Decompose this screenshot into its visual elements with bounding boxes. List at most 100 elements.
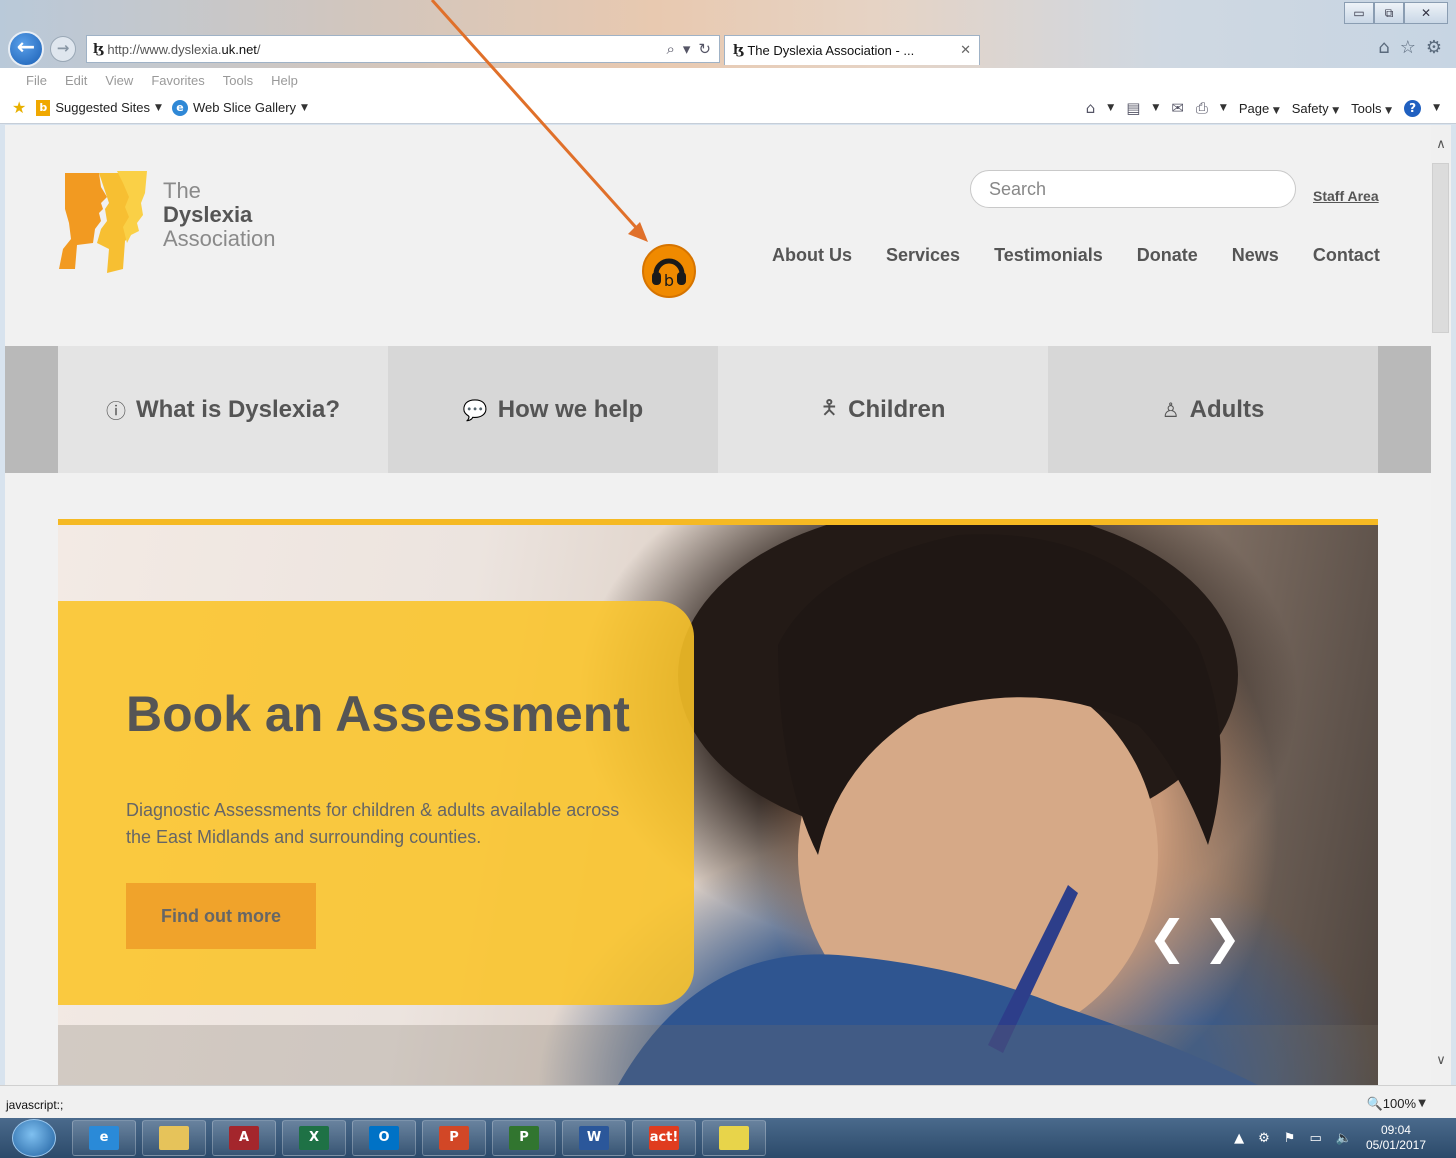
url-suffix: / [256, 41, 261, 57]
staff-area-link[interactable]: Staff Area [1313, 188, 1379, 204]
menu-edit[interactable]: Edit [65, 73, 87, 88]
dyslexia-faces-logo-icon [59, 171, 147, 273]
close-window-button[interactable]: ✕ [1404, 2, 1448, 24]
hero-title: Book an Assessment [126, 686, 630, 742]
scroll-up-icon[interactable]: ∧ [1431, 137, 1451, 152]
display-icon[interactable]: ▭ [1309, 1131, 1321, 1146]
search-icon[interactable]: ⌕ [666, 40, 674, 58]
nav-contact[interactable]: Contact [1313, 245, 1380, 266]
taskbar-excel[interactable]: X [282, 1120, 346, 1156]
caret-down-icon[interactable]: ▼ [1107, 103, 1114, 113]
url-prefix: http://www.dyslexia. [107, 41, 222, 57]
taskbar-act[interactable]: act! [632, 1120, 696, 1156]
tools-menu[interactable]: Tools ▼ [1351, 101, 1392, 116]
safety-menu[interactable]: Safety ▼ [1292, 101, 1339, 116]
mail-icon[interactable]: ✉ [1171, 99, 1184, 117]
menu-help[interactable]: Help [271, 73, 298, 88]
print-icon[interactable]: ⎙ [1196, 99, 1208, 117]
ie-icon: e [171, 99, 188, 116]
volume-icon[interactable]: 🔈 [1336, 1131, 1352, 1146]
site-logo[interactable]: The Dyslexia Association [57, 169, 297, 273]
tray-expand-icon[interactable]: ▲ [1234, 1131, 1244, 1146]
site-search-input[interactable] [970, 170, 1296, 208]
command-bar: ⌂ ▼ ▤ ▼ ✉ ⎙ ▼ Page ▼ Safety ▼ Tools ▼ ? … [1086, 92, 1440, 124]
taskbar-access[interactable]: A [212, 1120, 276, 1156]
caret-down-icon: ▼ [1272, 105, 1280, 116]
tab-close-icon[interactable]: ✕ [960, 43, 971, 58]
outlook-icon: O [369, 1126, 399, 1150]
system-clock[interactable]: 09:04 05/01/2017 [1366, 1123, 1426, 1153]
home-icon[interactable]: ⌂ [1378, 37, 1389, 58]
taskbar-file-explorer[interactable] [142, 1120, 206, 1156]
web-slice-gallery-button[interactable]: e Web Slice Gallery ▼ [171, 99, 308, 116]
address-url[interactable]: http://www.dyslexia.uk.net/ [107, 42, 666, 57]
dropdown-icon[interactable]: ▾ [683, 40, 691, 58]
clock-date: 05/01/2017 [1365, 1138, 1426, 1152]
caret-down-icon[interactable]: ▼ [1433, 103, 1440, 113]
zoom-value: 100% [1382, 1096, 1416, 1111]
internet-explorer-icon: e [89, 1126, 119, 1150]
slider-prev-icon[interactable]: ❮ [1148, 910, 1187, 964]
category-bar: ⓘ What is Dyslexia? 💬 How we help 🯅 Chil… [5, 346, 1431, 473]
nav-news[interactable]: News [1232, 245, 1279, 266]
page-menu-label: Page [1238, 100, 1270, 116]
favorites-star-icon[interactable]: ☆ [1400, 37, 1416, 58]
caret-down-icon: ▼ [155, 102, 162, 113]
restore-button[interactable]: ⧉ [1374, 2, 1404, 24]
start-button[interactable] [12, 1119, 56, 1157]
minimize-button[interactable]: ▭ [1344, 2, 1374, 24]
address-bar[interactable]: ɮ http://www.dyslexia.uk.net/ ⌕ ▾ ↻ [86, 35, 720, 63]
menu-tools[interactable]: Tools [223, 73, 253, 88]
network-icon[interactable]: ⚙ [1258, 1131, 1270, 1146]
status-text: javascript:; [6, 1098, 64, 1112]
help-icon[interactable]: ? [1404, 99, 1422, 117]
tab-favicon-icon: ɮ [733, 43, 743, 58]
taskbar-word[interactable]: W [562, 1120, 626, 1156]
favorites-add-icon[interactable]: ★ [12, 98, 26, 117]
taskbar-project[interactable]: P [492, 1120, 556, 1156]
action-center-flag-icon[interactable]: ⚑ [1284, 1131, 1296, 1146]
page-menu[interactable]: Page ▼ [1239, 101, 1280, 116]
slider-next-icon[interactable]: ❯ [1203, 910, 1242, 964]
caret-down-icon[interactable]: ▼ [1220, 103, 1227, 113]
nav-testimonials[interactable]: Testimonials [994, 245, 1103, 266]
tab-title: The Dyslexia Association - ... [747, 43, 915, 58]
settings-gear-icon[interactable]: ⚙ [1426, 37, 1442, 58]
excel-icon: X [299, 1126, 329, 1150]
category-how-we-help[interactable]: 💬 How we help [388, 346, 718, 473]
zoom-level[interactable]: 🔍100% [1367, 1096, 1416, 1112]
caret-down-icon: ▼ [1332, 105, 1340, 116]
home-page-icon[interactable]: ⌂ [1086, 99, 1096, 117]
refresh-icon[interactable]: ↻ [698, 40, 711, 58]
logo-line-the: The [163, 178, 201, 203]
find-out-more-button[interactable]: Find out more [126, 883, 316, 949]
menu-favorites[interactable]: Favorites [151, 73, 204, 88]
rss-feed-icon[interactable]: ▤ [1126, 99, 1140, 117]
taskbar-sticky-notes[interactable] [702, 1120, 766, 1156]
favorites-bar: ★ b Suggested Sites ▼ e Web Slice Galler… [0, 92, 1456, 124]
file-explorer-icon [159, 1126, 189, 1150]
suggested-sites-label: Suggested Sites [55, 100, 151, 115]
sticky-notes-icon [719, 1126, 749, 1150]
taskbar-powerpoint[interactable]: P [422, 1120, 486, 1156]
caret-down-icon[interactable]: ▼ [1152, 103, 1159, 113]
forward-button[interactable]: → [50, 36, 76, 62]
back-button[interactable]: ← [8, 31, 44, 67]
suggested-sites-button[interactable]: b Suggested Sites ▼ [36, 99, 162, 116]
category-what-is-dyslexia[interactable]: ⓘ What is Dyslexia? [58, 346, 388, 473]
scroll-down-icon[interactable]: ∨ [1431, 1053, 1451, 1068]
scroll-thumb[interactable] [1432, 163, 1449, 333]
zoom-caret-icon[interactable]: ▼ [1418, 1098, 1426, 1109]
nav-donate[interactable]: Donate [1137, 245, 1198, 266]
menu-file[interactable]: File [26, 73, 47, 88]
taskbar-outlook[interactable]: O [352, 1120, 416, 1156]
tab-dyslexia-association[interactable]: ɮ The Dyslexia Association - ... ✕ [724, 35, 980, 65]
category-children[interactable]: 🯅 Children [718, 346, 1048, 473]
taskbar-internet-explorer[interactable]: e [72, 1120, 136, 1156]
audio-reader-button[interactable]: b [642, 244, 696, 298]
menu-view[interactable]: View [105, 73, 133, 88]
category-adults[interactable]: ♙ Adults [1048, 346, 1378, 473]
nav-services[interactable]: Services [886, 245, 960, 266]
nav-about-us[interactable]: About Us [772, 245, 852, 266]
vertical-scrollbar[interactable]: ∧ ∨ [1431, 125, 1451, 1085]
